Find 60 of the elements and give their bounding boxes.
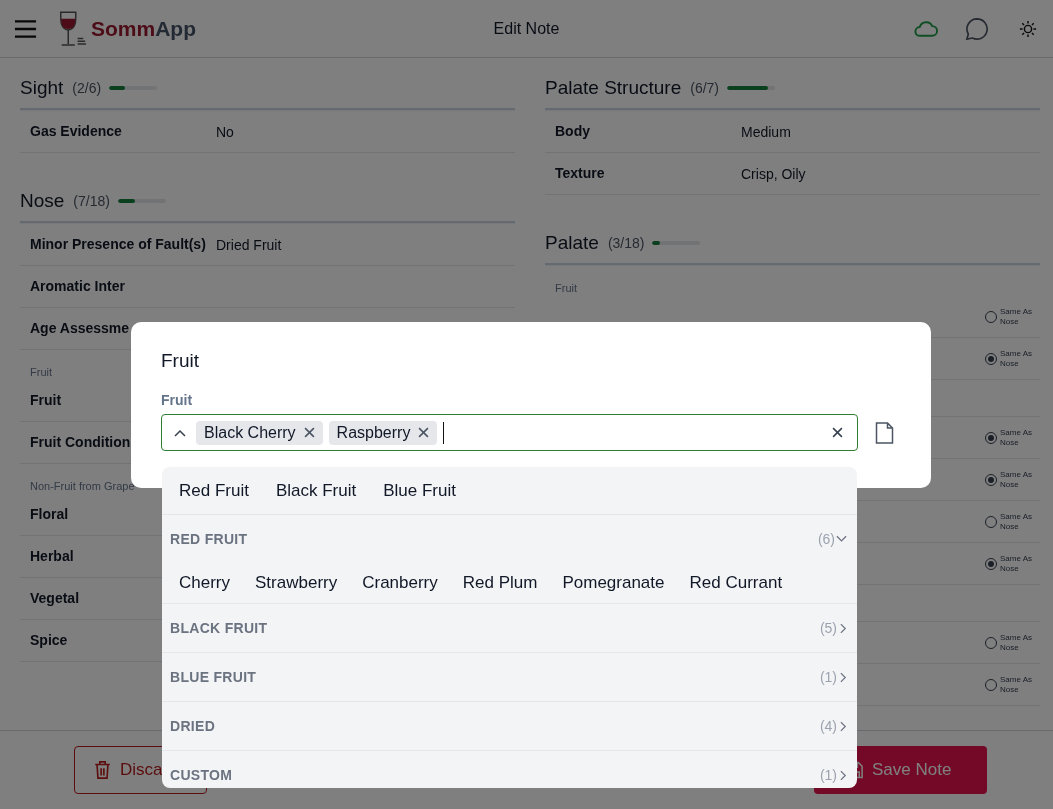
group-count: (5) <box>819 620 837 636</box>
section-count: (3/18) <box>607 235 645 251</box>
section-count: (6/7) <box>690 80 720 96</box>
subsection-label: Fruit <box>30 366 52 378</box>
field-label: Fruit Condition <box>30 434 131 451</box>
group-count: (1) <box>819 669 837 685</box>
group-label[interactable]: BLACK FRUIT <box>170 620 268 636</box>
section-title: Sight <box>20 77 64 99</box>
page-title: Edit Note <box>493 19 560 38</box>
field-label: Fruit <box>161 392 194 408</box>
field-label: Vegetal <box>30 590 80 607</box>
same-as-nose-radio[interactable]: Same As Nose <box>985 306 1034 327</box>
field-label: Gas Evidence <box>30 123 122 140</box>
option-item[interactable]: Cherry <box>179 573 230 593</box>
field-label: Herbal <box>30 548 74 565</box>
field-label: Aromatic Inter <box>30 278 125 295</box>
option-item[interactable]: Red Currant <box>689 573 783 593</box>
subsection-label: Non-Fruit from Grape <box>30 480 135 492</box>
same-as-nose-radio[interactable]: Same As Nose <box>985 348 1034 369</box>
tag-chip[interactable]: Black Cherry <box>196 420 323 445</box>
field-label: Spice <box>30 632 68 649</box>
section-title: Palate <box>545 232 599 254</box>
modal-title: Fruit <box>161 350 200 372</box>
field-label: Floral <box>30 506 69 523</box>
app-logo-text: SommApp <box>91 16 196 41</box>
option-item[interactable]: Red Fruit <box>179 480 249 501</box>
group-count: (1) <box>819 767 837 783</box>
option-item[interactable]: Blue Fruit <box>383 480 456 501</box>
field-label: Fruit <box>30 392 62 409</box>
option-item[interactable]: Black Fruit <box>275 480 357 501</box>
group-label[interactable]: DRIED <box>170 718 216 734</box>
same-as-nose-radio[interactable]: Same As Nose <box>985 553 1034 574</box>
field-value[interactable]: Dried Fruit <box>216 236 282 253</box>
field-value[interactable]: No <box>216 123 234 140</box>
fruit-select-field[interactable]: Black Cherry Raspberry <box>161 414 858 451</box>
field-label: Body <box>555 123 590 140</box>
same-as-nose-radio[interactable]: Same As Nose <box>985 469 1034 490</box>
section-count: (7/18) <box>73 193 110 209</box>
same-as-nose-radio[interactable]: Same As Nose <box>985 674 1034 695</box>
section-count: (2/6) <box>72 80 102 96</box>
field-label: Age Assessme <box>30 320 130 337</box>
option-item[interactable]: Red Plum <box>462 573 538 593</box>
section-title: Nose <box>20 190 65 212</box>
group-label[interactable]: BLUE FRUIT <box>170 669 257 685</box>
field-value[interactable]: Crisp, Oily <box>741 165 806 182</box>
field-label: Texture <box>555 165 605 182</box>
section-title: Palate Structure <box>545 77 682 99</box>
option-item[interactable]: Cranberry <box>362 573 438 593</box>
same-as-nose-radio[interactable]: Same As Nose <box>985 632 1034 653</box>
field-label: Minor Presence of Fault(s) <box>30 236 206 253</box>
option-item[interactable]: Pomegranate <box>562 573 665 593</box>
subsection-label: Fruit <box>555 282 577 294</box>
field-value[interactable]: Medium <box>741 123 791 140</box>
group-count: (4) <box>819 718 837 734</box>
group-count: (6) <box>817 531 835 547</box>
same-as-nose-radio[interactable]: Same As Nose <box>985 511 1034 532</box>
tag-chip[interactable]: Raspberry <box>328 420 438 445</box>
option-item[interactable]: Strawberry <box>255 573 338 593</box>
same-as-nose-radio[interactable]: Same As Nose <box>985 427 1034 448</box>
group-label[interactable]: RED FRUIT <box>170 531 248 547</box>
